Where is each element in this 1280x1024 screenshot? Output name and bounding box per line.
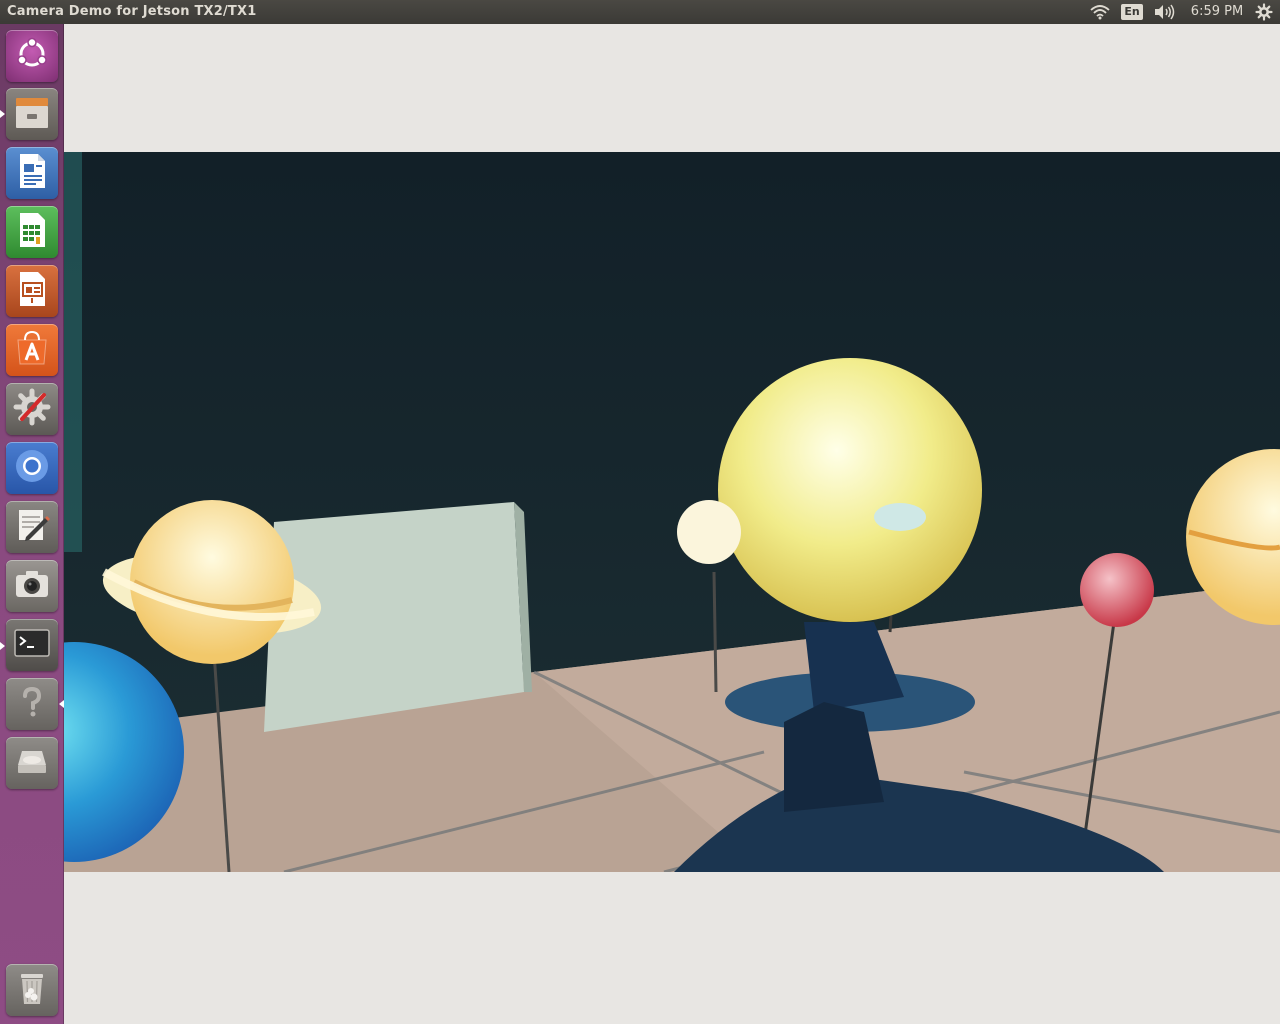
top-panel: Camera Demo for Jetson TX2/TX1 En 6:59 P… [0,0,1280,24]
terminal-icon [12,623,52,667]
launcher-item-terminal[interactable] [6,619,58,671]
launcher-item-files[interactable] [6,88,58,140]
settings-wrench-icon [12,387,52,431]
file-cabinet-icon [12,92,52,136]
keyboard-layout-label: En [1121,4,1143,20]
presentation-icon [14,269,50,313]
trash-icon [12,968,52,1012]
launcher-item-disk[interactable] [6,737,58,789]
question-mark-icon [12,682,52,726]
ubuntu-logo-icon [14,36,50,76]
wifi-icon[interactable] [1089,0,1111,24]
launcher-item-help[interactable] [6,678,58,730]
launcher-item-libreoffice-writer[interactable] [6,147,58,199]
app-window [64,24,1280,1024]
pencil-note-icon [12,505,52,549]
launcher-item-trash[interactable] [6,964,58,1016]
launcher-item-libreoffice-impress[interactable] [6,265,58,317]
keyboard-layout-indicator[interactable]: En [1121,0,1143,24]
launcher-item-system-settings[interactable] [6,383,58,435]
camera-frame-image [64,152,1280,872]
launcher-item-text-editor[interactable] [6,501,58,553]
gear-icon[interactable] [1253,0,1275,24]
shopping-bag-icon [12,328,52,372]
camera-icon [12,564,52,608]
running-indicator [0,110,5,118]
running-indicator [0,642,5,650]
launcher-item-libreoffice-calc[interactable] [6,206,58,258]
launcher [0,24,64,1024]
launcher-item-dash-home[interactable] [6,30,58,82]
clock[interactable]: 6:59 PM [1186,0,1248,24]
disk-drive-icon [12,741,52,785]
launcher-item-chromium[interactable] [6,442,58,494]
document-icon [14,151,50,195]
launcher-item-camera-app[interactable] [6,560,58,612]
launcher-item-ubuntu-software[interactable] [6,324,58,376]
spreadsheet-icon [14,210,50,254]
browser-icon [12,446,52,490]
window-title: Camera Demo for Jetson TX2/TX1 [7,4,257,19]
camera-preview [64,152,1280,872]
volume-icon[interactable] [1152,0,1176,24]
